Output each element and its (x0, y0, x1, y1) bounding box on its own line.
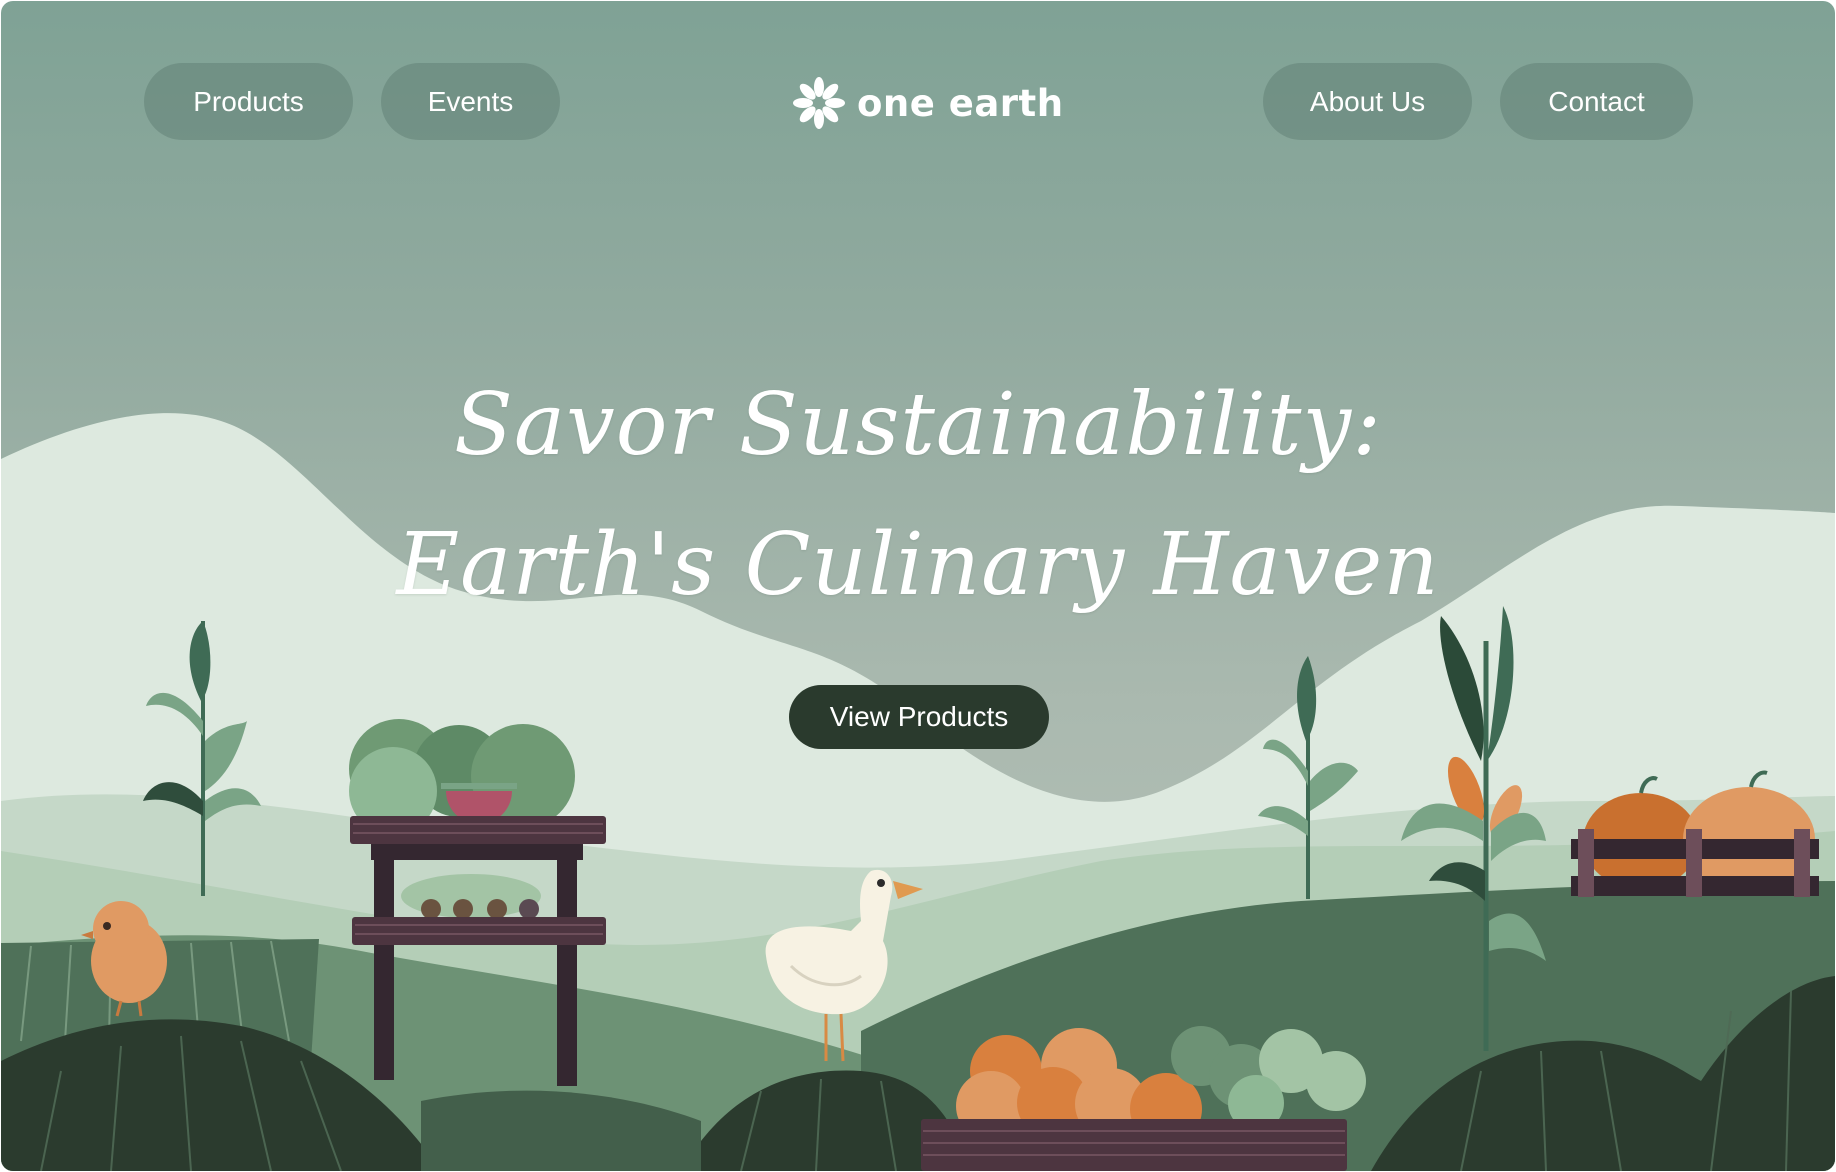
nav-contact-button[interactable]: Contact (1500, 63, 1693, 140)
hero-title-line-1: Savor Sustainability: (453, 375, 1383, 475)
nav-products-button[interactable]: Products (144, 63, 353, 140)
nav-events-button[interactable]: Events (381, 63, 560, 140)
brand-logo[interactable]: one earth (791, 75, 1064, 131)
nav-about-button[interactable]: About Us (1263, 63, 1472, 140)
flower-icon (793, 77, 845, 129)
page-frame: Products Events one earth About Us Conta… (1, 1, 1835, 1171)
hero-title-line-2: Earth's Culinary Haven (396, 515, 1440, 615)
brand-name: one earth (857, 81, 1064, 125)
view-products-button[interactable]: View Products (789, 685, 1049, 749)
